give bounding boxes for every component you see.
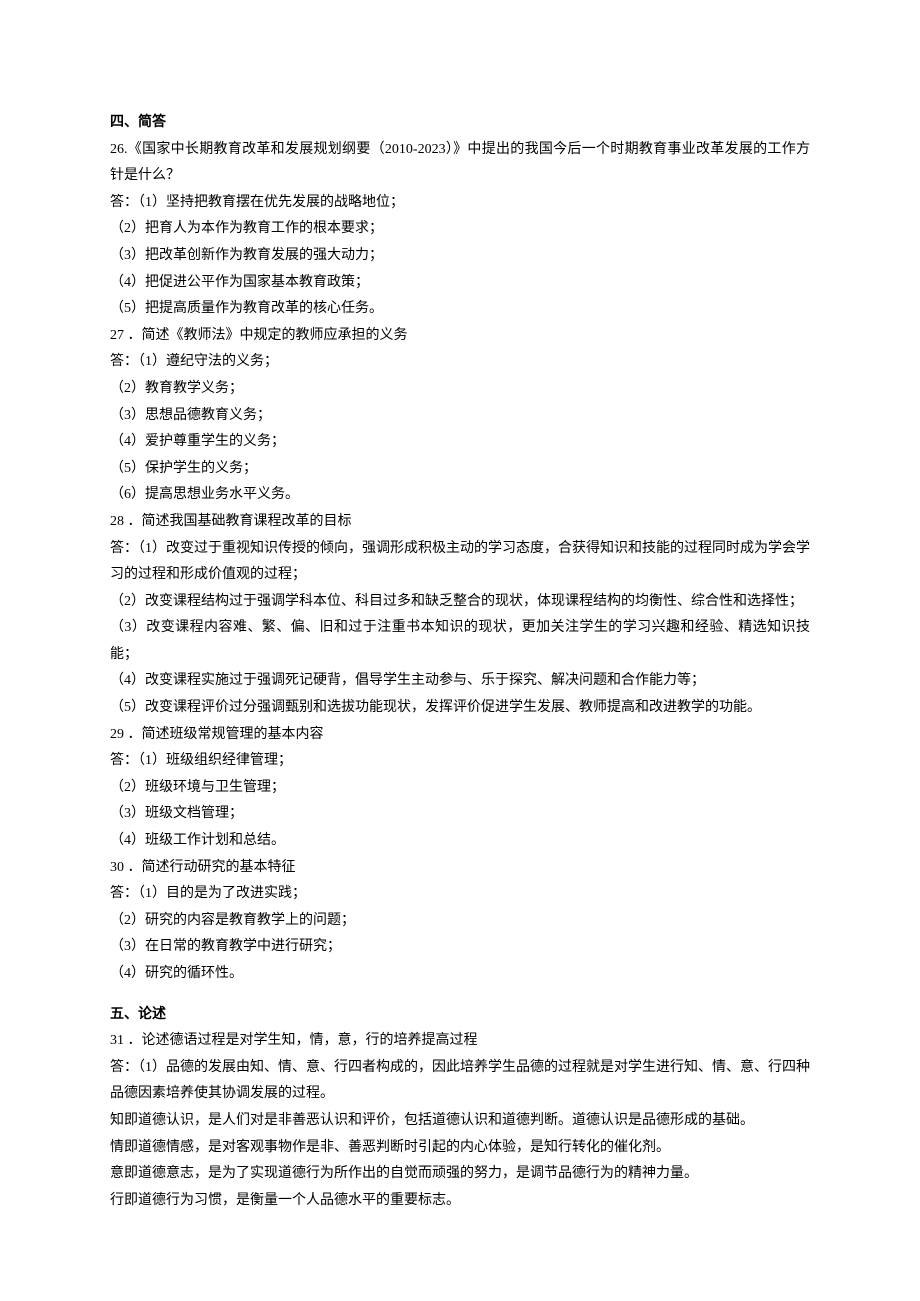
q31-prompt: 31 ．论述德语过程是对学生知，情，意，行的培养提高过程	[110, 1028, 810, 1055]
q31-answer-3: 情即道德情感，是对客观事物作是非、善恶判断时引起的内心体验，是知行转化的催化剂。	[110, 1135, 810, 1162]
q26-answer-3: （3）把改革创新作为教育发展的强大动力；	[110, 243, 810, 270]
q28-answer-3: （3）改变课程内容难、繁、偏、旧和过于注重书本知识的现状，更加关注学生的学习兴趣…	[110, 615, 810, 668]
q30-answer-3: （3）在日常的教育教学中进行研究；	[110, 934, 810, 961]
q26-prompt: 26.《国家中长期教育改革和发展规划纲要（2010-2023）》中提出的我国今后…	[110, 137, 810, 190]
q26-answer-4: （4）把促进公平作为国家基本教育政策；	[110, 270, 810, 297]
q27-answer-5: （5）保护学生的义务；	[110, 456, 810, 483]
q29-answer-1: 答：（1）班级组织经律管理；	[110, 748, 810, 775]
q28-answer-2: （2）改变课程结构过于强调学科本位、科目过多和缺乏整合的现状，体现课程结构的均衡…	[110, 589, 810, 616]
q27-answer-2: （2）教育教学义务；	[110, 376, 810, 403]
q27-answer-3: （3）思想品德教育义务；	[110, 403, 810, 430]
q30-answer-2: （2）研究的内容是教育教学上的问题；	[110, 908, 810, 935]
section-heading-4: 四、简答	[110, 110, 810, 137]
q31-answer-2: 知即道德认识，是人们对是非善恶认识和评价，包括道德认识和道德判断。道德认识是品德…	[110, 1108, 810, 1135]
q31-answer-1: 答：（1）品德的发展由知、情、意、行四者构成的，因此培养学生品德的过程就是对学生…	[110, 1055, 810, 1108]
section-heading-5: 五、论述	[110, 1002, 810, 1029]
q28-answer-5: （5）改变课程评价过分强调甄别和选拔功能现状，发挥评价促进学生发展、教师提高和改…	[110, 695, 810, 722]
q27-prompt: 27 ．简述《教师法》中规定的教师应承担的义务	[110, 323, 810, 350]
q28-answer-4: （4）改变课程实施过于强调死记硬背，倡导学生主动参与、乐于探究、解决问题和合作能…	[110, 668, 810, 695]
q26-answer-5: （5）把提高质量作为教育改革的核心任务。	[110, 296, 810, 323]
q28-answer-1: 答：（1）改变过于重视知识传授的倾向，强调形成积极主动的学习态度，合获得知识和技…	[110, 536, 810, 589]
q29-answer-2: （2）班级环境与卫生管理；	[110, 775, 810, 802]
q28-prompt: 28 ．简述我国基础教育课程改革的目标	[110, 509, 810, 536]
q27-answer-4: （4）爱护尊重学生的义务；	[110, 429, 810, 456]
q26-answer-2: （2）把育人为本作为教育工作的根本要求；	[110, 216, 810, 243]
q29-answer-4: （4）班级工作计划和总结。	[110, 828, 810, 855]
q30-answer-4: （4）研究的循环性。	[110, 961, 810, 988]
q31-answer-5: 行即道德行为习惯，是衡量一个人品德水平的重要标志。	[110, 1188, 810, 1215]
q29-answer-3: （3）班级文档管理；	[110, 801, 810, 828]
q27-answer-6: （6）提高思想业务水平义务。	[110, 482, 810, 509]
q26-answer-1: 答：（1）坚持把教育摆在优先发展的战略地位；	[110, 190, 810, 217]
document-body: 四、简答 26.《国家中长期教育改革和发展规划纲要（2010-2023）》中提出…	[110, 110, 810, 1214]
q31-answer-4: 意即道德意志，是为了实现道德行为所作出的自觉而顽强的努力，是调节品德行为的精神力…	[110, 1161, 810, 1188]
q29-prompt: 29 ．简述班级常规管理的基本内容	[110, 722, 810, 749]
q30-answer-1: 答：（1）目的是为了改进实践；	[110, 881, 810, 908]
q30-prompt: 30 ．简述行动研究的基本特征	[110, 855, 810, 882]
q27-answer-1: 答：（1）遵纪守法的义务；	[110, 349, 810, 376]
